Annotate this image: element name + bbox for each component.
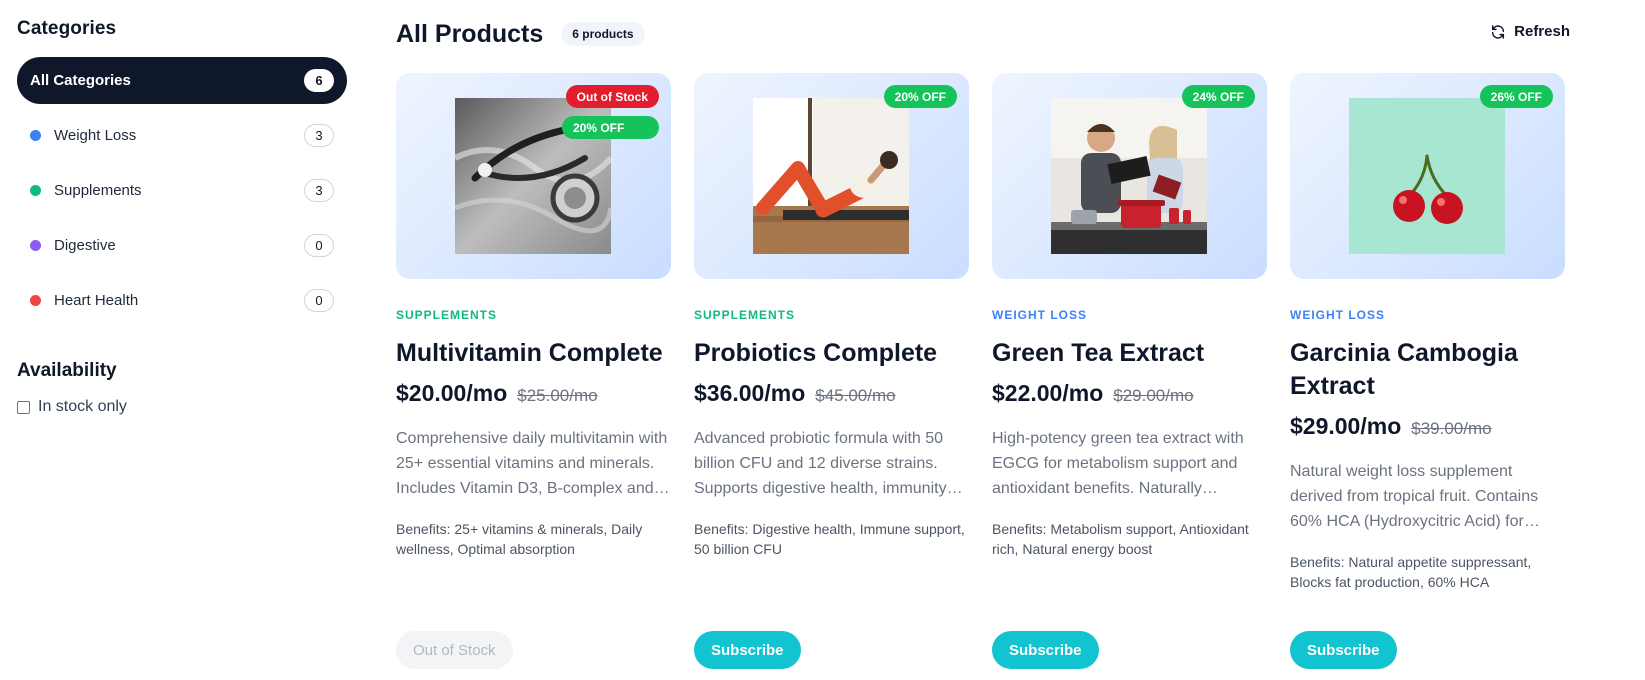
product-price: $22.00/mo — [992, 380, 1104, 406]
discount-badge: 20% OFF — [562, 116, 659, 139]
product-card: 26% OFF WEIGHT LOSS Garcinia Cambogia Ex… — [1290, 73, 1565, 669]
category-color-dot — [30, 239, 41, 251]
product-price: $29.00/mo — [1290, 413, 1402, 439]
category-count: 0 — [304, 288, 334, 312]
subscribe-button[interactable]: Subscribe — [1290, 631, 1397, 669]
price-row: $22.00/mo $29.00/mo — [992, 380, 1267, 407]
product-image-panel: 26% OFF — [1290, 73, 1565, 279]
subscribe-button[interactable]: Subscribe — [694, 631, 801, 669]
in-stock-checkbox[interactable] — [17, 400, 30, 414]
refresh-button[interactable]: Refresh — [1484, 19, 1576, 44]
product-category: WEIGHT LOSS — [1290, 308, 1385, 322]
category-label: Digestive — [54, 236, 116, 254]
category-item-weight-loss[interactable]: Weight Loss 3 — [17, 111, 347, 159]
product-category: SUPPLEMENTS — [694, 308, 796, 322]
original-price: $25.00/mo — [517, 386, 598, 405]
product-benefits: Benefits: Natural appetite suppressant, … — [1290, 554, 1532, 590]
badge-group: Out of Stock 20% OFF — [562, 85, 659, 139]
category-item-all[interactable]: All Categories 6 — [17, 57, 347, 104]
product-benefits: Benefits: 25+ vitamins & minerals, Daily… — [396, 521, 643, 557]
in-stock-filter[interactable]: In stock only — [17, 398, 347, 416]
product-description: Natural weight loss supplement derived f… — [1290, 463, 1539, 530]
subscribe-button[interactable]: Subscribe — [992, 631, 1099, 669]
product-benefits: Benefits: Digestive health, Immune suppo… — [694, 521, 965, 557]
availability-heading: Availability — [17, 360, 117, 381]
in-stock-label: In stock only — [38, 398, 127, 415]
category-list: All Categories 6 Weight Loss 3 Supplemen… — [17, 57, 347, 324]
cooking-couple-photo — [1051, 98, 1207, 254]
product-category: WEIGHT LOSS — [992, 308, 1087, 322]
product-count-badge: 6 products — [561, 22, 645, 46]
category-count: 3 — [304, 178, 334, 202]
category-label: Weight Loss — [54, 126, 137, 144]
original-price: $45.00/mo — [815, 386, 896, 405]
original-price: $39.00/mo — [1411, 419, 1492, 438]
product-card: 20% OFF SUPPLEMENTS Probiotics Complete … — [694, 73, 969, 669]
sidebar: Categories All Categories 6 Weight Loss … — [17, 18, 347, 416]
product-name[interactable]: Multivitamin Complete — [396, 337, 671, 370]
workout-photo — [753, 98, 909, 254]
discount-badge: 26% OFF — [1479, 85, 1553, 108]
category-count: 3 — [304, 123, 334, 147]
product-name[interactable]: Garcinia Cambogia Extract — [1290, 337, 1565, 403]
price-row: $36.00/mo $45.00/mo — [694, 380, 969, 407]
out-of-stock-button[interactable]: Out of Stock — [396, 631, 513, 669]
out-of-stock-badge: Out of Stock — [565, 85, 659, 108]
badge-group: 20% OFF — [883, 85, 957, 108]
refresh-icon — [1490, 24, 1506, 40]
product-price: $36.00/mo — [694, 380, 806, 406]
discount-badge: 20% OFF — [883, 85, 957, 108]
product-category: SUPPLEMENTS — [396, 308, 498, 322]
page-title: All Products — [396, 19, 544, 48]
category-color-dot — [30, 294, 41, 306]
category-item-supplements[interactable]: Supplements 3 — [17, 166, 347, 214]
product-image-panel: Out of Stock 20% OFF — [396, 73, 671, 279]
categories-heading: Categories — [17, 18, 117, 39]
category-label: Heart Health — [54, 291, 139, 309]
product-name[interactable]: Green Tea Extract — [992, 337, 1267, 370]
discount-badge: 24% OFF — [1181, 85, 1255, 108]
category-label: All Categories — [30, 72, 131, 89]
product-benefits: Benefits: Metabolism support, Antioxidan… — [992, 521, 1249, 557]
category-label: Supplements — [54, 181, 142, 199]
badge-group: 26% OFF — [1479, 85, 1553, 108]
product-price: $20.00/mo — [396, 380, 508, 406]
category-count: 6 — [304, 69, 334, 92]
original-price: $29.00/mo — [1113, 386, 1194, 405]
product-name[interactable]: Probiotics Complete — [694, 337, 969, 370]
badge-group: 24% OFF — [1181, 85, 1255, 108]
product-description: High-potency green tea extract with EGCG… — [992, 430, 1244, 497]
category-item-digestive[interactable]: Digestive 0 — [17, 221, 347, 269]
refresh-label: Refresh — [1514, 23, 1570, 40]
product-description: Comprehensive daily multivitamin with 25… — [396, 430, 668, 497]
product-card: Out of Stock 20% OFF SUPPLEMENTS Multivi… — [396, 73, 671, 669]
category-item-heart-health[interactable]: Heart Health 0 — [17, 276, 347, 324]
product-description: Advanced probiotic formula with 50 billi… — [694, 430, 947, 497]
product-image-panel: 24% OFF — [992, 73, 1267, 279]
cherries-photo — [1349, 98, 1505, 254]
price-row: $29.00/mo $39.00/mo — [1290, 413, 1565, 440]
category-color-dot — [30, 129, 41, 141]
product-image-panel: 20% OFF — [694, 73, 969, 279]
category-color-dot — [30, 184, 41, 196]
category-count: 0 — [304, 233, 334, 257]
price-row: $20.00/mo $25.00/mo — [396, 380, 671, 407]
products-header: All Products 6 products Refresh — [396, 14, 1576, 54]
product-card: 24% OFF WEIGHT LOSS Green Tea Extract $2… — [992, 73, 1267, 669]
